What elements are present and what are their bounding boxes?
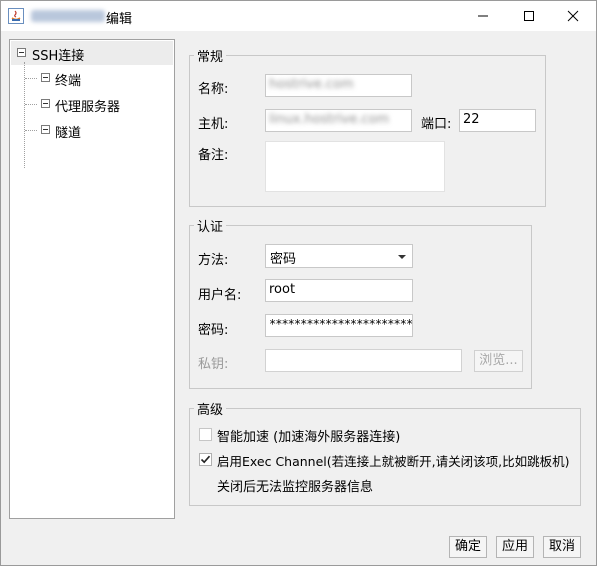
tree-item-label: 终端: [55, 74, 82, 89]
minimize-button[interactable]: [460, 1, 506, 31]
window-title: 编辑: [106, 12, 133, 27]
tree-guide-line: [25, 104, 37, 105]
auth-method-value: 密码: [270, 252, 297, 267]
exec-channel-label: 启用Exec Channel(若连接上就被断开,请关闭该项,比如跳板机): [217, 454, 570, 469]
host-field[interactable]: linux.hostrive.com: [265, 109, 412, 132]
username-value: root: [269, 282, 296, 297]
exec-channel-checkbox[interactable]: [199, 453, 212, 466]
tree-item-label: 代理服务器: [55, 100, 121, 115]
notes-field[interactable]: [265, 141, 445, 192]
accel-label: 智能加速 (加速海外服务器连接): [217, 430, 401, 445]
password-value: ************************: [269, 317, 413, 331]
close-icon: [567, 10, 579, 22]
apply-button[interactable]: 应用: [496, 536, 534, 558]
tree-item-ssh[interactable]: SSH连接: [11, 41, 173, 65]
general-group-title: 常规: [194, 46, 227, 65]
tree-guide-line: [25, 130, 37, 131]
host-label: 主机:: [198, 117, 229, 132]
dropdown-arrow-icon: [398, 255, 406, 259]
collapse-toggle-icon[interactable]: [17, 48, 26, 57]
auth-group-title: 认证: [194, 216, 227, 235]
maximize-button[interactable]: [506, 1, 552, 31]
name-field[interactable]: hostrive.com: [265, 74, 412, 97]
username-label: 用户名:: [198, 288, 242, 303]
settings-tree: SSH连接 终端 代理服务器 隧道: [9, 39, 175, 519]
private-key-label: 私钥:: [198, 357, 229, 372]
accel-checkbox[interactable]: [199, 428, 212, 441]
collapse-toggle-icon[interactable]: [41, 73, 50, 82]
edit-dialog: 编辑 SSH连接 终端 代理服务器 隧道 常规 名称: hostrive.com…: [0, 0, 597, 566]
title-bar[interactable]: 编辑: [1, 1, 596, 31]
tree-root-label: SSH连接: [32, 49, 85, 64]
name-value: hostrive.com: [269, 77, 354, 92]
maximize-icon: [524, 11, 534, 21]
method-label: 方法:: [198, 253, 229, 268]
port-label: 端口:: [421, 117, 452, 132]
browse-button: 浏览...: [474, 350, 523, 372]
username-field[interactable]: root: [265, 279, 413, 302]
name-label: 名称:: [198, 82, 229, 97]
ok-button[interactable]: 确定: [449, 536, 487, 558]
minimize-icon: [478, 15, 488, 17]
java-app-icon: [8, 8, 24, 24]
notes-label: 备注:: [198, 148, 229, 163]
port-value: 22: [463, 112, 480, 127]
password-label: 密码:: [198, 323, 229, 338]
host-value: linux.hostrive.com: [269, 112, 390, 127]
private-key-field: [265, 349, 462, 372]
close-button[interactable]: [550, 1, 596, 31]
title-host-blurred: [31, 10, 105, 22]
exec-channel-note: 关闭后无法监控服务器信息: [217, 480, 374, 495]
auth-method-select[interactable]: 密码: [265, 244, 413, 268]
advanced-group-title: 高级: [194, 399, 227, 418]
tree-item-label: 隧道: [55, 126, 82, 141]
cancel-button[interactable]: 取消: [543, 536, 581, 558]
port-field[interactable]: 22: [459, 109, 536, 132]
collapse-toggle-icon[interactable]: [41, 99, 50, 108]
collapse-toggle-icon[interactable]: [41, 125, 50, 134]
password-field[interactable]: ************************: [265, 314, 413, 337]
tree-guide-line: [25, 78, 37, 79]
